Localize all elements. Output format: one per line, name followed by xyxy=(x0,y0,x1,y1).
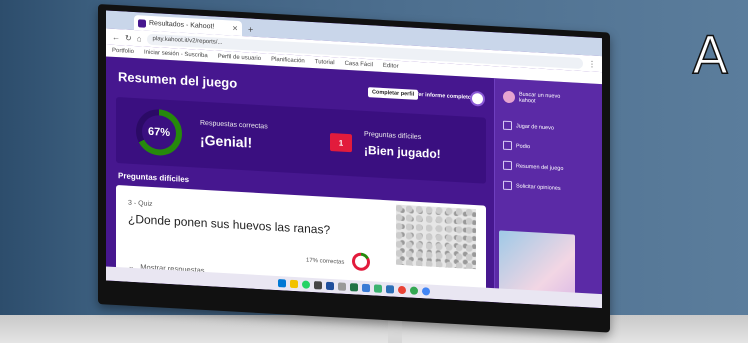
replay-icon xyxy=(503,120,512,131)
correct-percent-ring: 67% xyxy=(136,108,182,157)
report-sidebar: Buscar un nuevo kahoot Jugar de nuevo Po… xyxy=(494,78,602,309)
chart-icon xyxy=(503,160,512,171)
back-icon[interactable]: ← xyxy=(112,32,120,41)
difficult-label: Preguntas difíciles xyxy=(364,130,422,142)
sidebar-avatar xyxy=(503,90,515,104)
question-correct-percent: 17% correctas xyxy=(306,257,345,266)
app-icon[interactable] xyxy=(422,287,430,296)
home-icon[interactable]: ⌂ xyxy=(137,34,142,43)
outlook-icon[interactable] xyxy=(386,285,394,294)
complete-profile-button[interactable]: Completar perfil xyxy=(368,87,419,100)
kahoot-logo-icon xyxy=(138,18,146,28)
page-title: Resumen del juego xyxy=(118,69,238,91)
photo-label: A xyxy=(692,26,729,86)
correct-label: Respuestas correctas xyxy=(200,119,268,131)
extensions-icon[interactable]: ⋮ xyxy=(588,59,596,68)
chrome-icon[interactable] xyxy=(398,285,406,295)
file-explorer-icon[interactable] xyxy=(290,279,298,289)
sidebar-item-label: Jugar de nuevo xyxy=(516,122,554,131)
word-icon[interactable] xyxy=(326,281,334,291)
sidebar-item-podium[interactable]: Podio xyxy=(503,140,531,152)
question-correct-ring xyxy=(352,252,370,272)
app-icon[interactable] xyxy=(338,282,346,291)
user-avatar[interactable] xyxy=(470,90,485,107)
wall-corner xyxy=(0,0,110,343)
summary-stats: 67% Respuestas correctas ¡Genial! 1 Preg… xyxy=(116,97,486,184)
reload-icon[interactable]: ↻ xyxy=(125,33,132,42)
television: Resultados - Kahoot! ✕ + ← ↻ ⌂ play.kaho… xyxy=(98,4,610,333)
difficult-headline: ¡Bien jugado! xyxy=(364,142,441,162)
report-main: Resumen del juego Completar perfil Ver i… xyxy=(106,56,494,303)
app-icon[interactable] xyxy=(314,281,322,290)
tv-screen: Resultados - Kahoot! ✕ + ← ↻ ⌂ play.kaho… xyxy=(106,10,602,309)
sidebar-item-label: Podio xyxy=(516,142,531,150)
excel-icon[interactable] xyxy=(350,283,358,292)
sidebar-item-label: Solicitar opiniones xyxy=(516,182,561,192)
app-icon[interactable] xyxy=(410,286,418,295)
start-icon[interactable] xyxy=(278,279,286,288)
edge-icon[interactable] xyxy=(362,283,370,293)
sidebar-item-play-again[interactable]: Jugar de nuevo xyxy=(503,120,554,133)
sidebar-item-summary[interactable]: Resumen del juego xyxy=(503,160,564,173)
whatsapp-icon[interactable] xyxy=(302,280,310,289)
correct-percent: 67% xyxy=(142,114,176,151)
bookmark-item[interactable]: Iniciar sesión - Suscriba xyxy=(144,50,208,60)
question-type: 3 - Quiz xyxy=(128,199,153,209)
correct-headline: ¡Genial! xyxy=(200,131,253,151)
sidebar-item-label: Resumen del juego xyxy=(516,162,564,172)
new-tab-icon[interactable]: + xyxy=(248,24,253,34)
bookmark-item[interactable]: Tutorial xyxy=(315,59,335,66)
feedback-icon xyxy=(503,180,512,191)
bookmark-item[interactable]: Editor xyxy=(383,63,399,70)
bookmark-item[interactable]: Planificación xyxy=(271,57,305,65)
question-text: ¿Donde ponen sus huevos las ranas? xyxy=(128,211,331,237)
difficult-count: 1 xyxy=(330,132,352,153)
app-icon[interactable] xyxy=(374,284,382,293)
sidebar-profile-text[interactable]: Buscar un nuevo kahoot xyxy=(519,92,575,107)
bookmark-item[interactable]: Casa Fácil xyxy=(345,61,373,69)
bookmark-item[interactable]: Perfil de usuario xyxy=(218,54,261,62)
difficult-section-title: Preguntas difíciles xyxy=(118,171,190,185)
sidebar-item-feedback[interactable]: Solicitar opiniones xyxy=(503,180,561,193)
full-report-button[interactable]: Ver informe completo xyxy=(412,90,474,103)
frog-eggs-image xyxy=(396,204,476,270)
tab-title: Resultados - Kahoot! xyxy=(149,19,215,31)
podium-icon xyxy=(503,140,512,151)
close-tab-icon[interactable]: ✕ xyxy=(232,24,238,32)
bookmark-item[interactable]: Portfolio xyxy=(112,48,134,55)
